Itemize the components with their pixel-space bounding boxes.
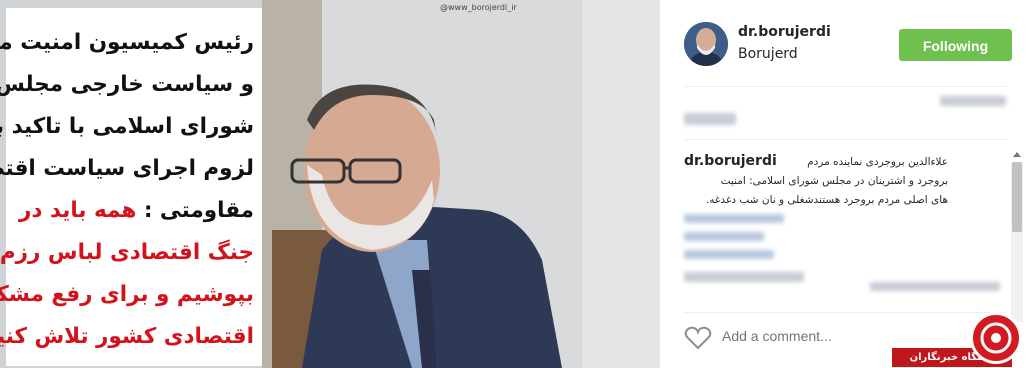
- blurred-comment-username: [684, 272, 804, 282]
- caption-username[interactable]: dr.borujerdi: [684, 153, 777, 169]
- watermark: @www_borojerdi_ir: [440, 3, 517, 12]
- headline-line: لزوم اجرای سیاست اقتصاد: [0, 156, 254, 181]
- headline-line: جنگ اقتصادی لباس رزم: [0, 240, 254, 265]
- headline-panel: رئیس کمیسیون امنیت ملی و سیاست خارجی مجل…: [0, 8, 262, 366]
- divider: [684, 86, 1006, 87]
- blurred-hashtag: [684, 250, 774, 259]
- scroll-up-arrow-icon[interactable]: [1013, 152, 1021, 157]
- divider: [684, 139, 1006, 140]
- blurred-hashtag: [684, 214, 784, 223]
- post-image[interactable]: رئیس کمیسیون امنیت ملی و سیاست خارجی مجل…: [0, 0, 660, 368]
- headline-line: و سیاست خارجی مجلس: [0, 72, 254, 97]
- headline-line: مقاومتی : همه باید در: [18, 198, 254, 223]
- blurred-hashtag: [684, 232, 764, 241]
- scrollbar-thumb[interactable]: [1012, 162, 1022, 232]
- photo-man: [262, 0, 660, 368]
- headline-line: بپوشیم و برای رفع مشکلات: [0, 282, 254, 307]
- blurred-text: [940, 96, 1006, 106]
- blurred-timestamp: [684, 113, 736, 125]
- news-agency-logo: [970, 312, 1022, 364]
- following-button[interactable]: Following: [899, 29, 1012, 61]
- avatar[interactable]: [684, 22, 728, 66]
- heart-icon[interactable]: [684, 326, 712, 350]
- headline-line: رئیس کمیسیون امنیت ملی: [0, 30, 254, 55]
- news-agency-badge: باشگاه خبرنگاران: [892, 310, 1027, 368]
- blurred-comment-text: [870, 282, 1000, 291]
- headline-line: اقتصادی کشور تلاش کنیم.: [0, 324, 254, 349]
- headline-line: شورای اسلامی با تاکید بر: [0, 114, 254, 139]
- location-link[interactable]: Borujerd: [738, 46, 798, 62]
- username-link[interactable]: dr.borujerdi: [738, 24, 831, 40]
